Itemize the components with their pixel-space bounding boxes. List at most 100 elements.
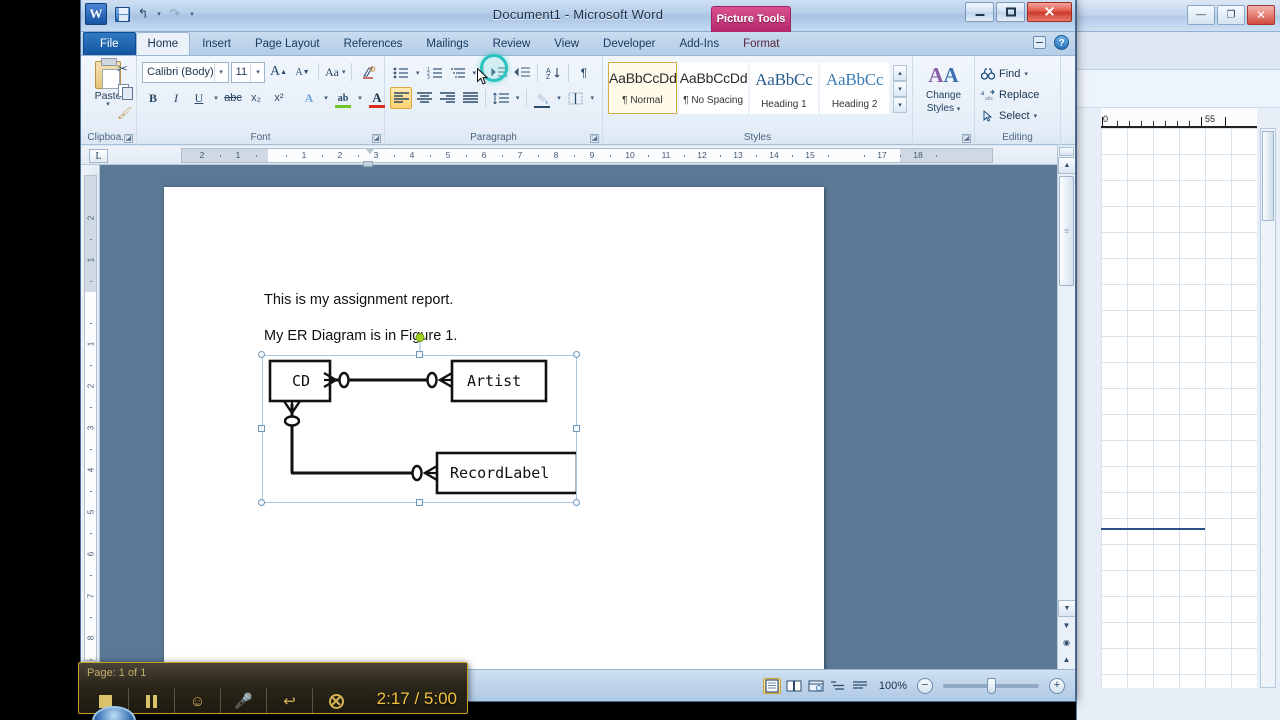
scrollbar-thumb[interactable]: [1059, 176, 1074, 286]
styles-dialog-launcher[interactable]: ◪: [962, 134, 971, 143]
text-effects-button[interactable]: A: [298, 87, 320, 109]
full-screen-reading-view-button[interactable]: [785, 678, 803, 694]
font-dialog-launcher[interactable]: ◪: [372, 134, 381, 143]
split-window-button[interactable]: [1059, 147, 1074, 156]
clipboard-dialog-launcher[interactable]: ◪: [124, 134, 133, 143]
find-caret[interactable]: ▾: [1024, 70, 1028, 78]
styles-scroll-down-button[interactable]: ▾: [893, 81, 907, 97]
borders-button[interactable]: [565, 87, 587, 109]
zoom-in-button[interactable]: +: [1049, 677, 1065, 694]
tab-add-ins[interactable]: Add-Ins: [667, 32, 731, 55]
background-minimize-button[interactable]: —: [1187, 5, 1215, 25]
tab-developer[interactable]: Developer: [591, 32, 667, 55]
outline-view-button[interactable]: [829, 678, 847, 694]
vertical-ruler[interactable]: 2 1 1 2 3 4 5 6 7 8 9: [81, 165, 100, 682]
show-formatting-marks-button[interactable]: ¶: [573, 62, 595, 84]
zoom-slider-thumb[interactable]: [987, 677, 996, 694]
background-app-scrollbar-thumb[interactable]: [1262, 131, 1274, 221]
page-scroll-region[interactable]: This is my assignment report. My ER Diag…: [101, 165, 1057, 669]
er-diagram-picture[interactable]: CD Artist RecordLabel: [258, 333, 580, 506]
undo-button[interactable]: ↩: [267, 688, 313, 713]
close-button[interactable]: ✕: [1027, 2, 1072, 22]
bullets-button[interactable]: [390, 62, 412, 84]
find-button[interactable]: Find ▾: [980, 63, 1055, 84]
webcam-button[interactable]: ☺: [175, 688, 221, 713]
shading-button[interactable]: [531, 87, 553, 109]
paragraph-dialog-launcher[interactable]: ◪: [590, 134, 599, 143]
minimize-button[interactable]: [965, 2, 994, 22]
tab-insert[interactable]: Insert: [190, 32, 243, 55]
style-normal[interactable]: AaBbCcDd ¶ Normal: [608, 62, 677, 114]
subscript-button[interactable]: x₂: [245, 87, 267, 109]
numbering-button[interactable]: 123: [424, 62, 446, 84]
line-spacing-button[interactable]: [490, 87, 512, 109]
align-center-button[interactable]: [413, 87, 435, 109]
zoom-slider[interactable]: [943, 677, 1039, 694]
style-heading-1[interactable]: AaBbCc Heading 1: [749, 62, 819, 114]
background-app-scrollbar[interactable]: [1260, 128, 1276, 688]
borders-caret[interactable]: ▾: [588, 87, 597, 109]
clear-formatting-icon[interactable]: [357, 61, 379, 83]
horizontal-ruler[interactable]: L 2 1 1 2 3 4 5 6 7 8 9 10 11 12 13 14 1…: [81, 146, 1057, 167]
scroll-down-button[interactable]: ▼: [1058, 600, 1075, 617]
highlight-color-caret[interactable]: ▾: [355, 87, 365, 109]
superscript-button[interactable]: x²: [268, 87, 290, 109]
style-heading-2[interactable]: AaBbCc Heading 2: [820, 62, 889, 114]
restore-button[interactable]: [996, 2, 1025, 22]
font-name-combo[interactable]: Calibri (Body) ▾: [142, 61, 229, 83]
select-browse-object-button[interactable]: ◉: [1059, 635, 1074, 650]
minimize-ribbon-icon[interactable]: [1033, 36, 1046, 49]
tab-page-layout[interactable]: Page Layout: [243, 32, 332, 55]
tab-mailings[interactable]: Mailings: [414, 32, 480, 55]
shading-caret[interactable]: ▾: [554, 87, 563, 109]
multilevel-list-button[interactable]: [447, 62, 469, 84]
paragraph-1[interactable]: This is my assignment report.: [264, 292, 453, 308]
text-effects-caret[interactable]: ▾: [321, 87, 331, 109]
resize-handle-bottom-left[interactable]: [258, 499, 265, 506]
italic-button[interactable]: I: [165, 87, 187, 109]
shrink-font-button[interactable]: A ▼: [291, 61, 313, 83]
background-app-canvas[interactable]: [1101, 128, 1257, 688]
select-button[interactable]: Select ▾: [980, 105, 1055, 126]
zoom-out-button[interactable]: −: [917, 677, 933, 694]
resize-handle-top-center[interactable]: [416, 351, 423, 358]
line-spacing-caret[interactable]: ▾: [513, 87, 522, 109]
select-caret[interactable]: ▾: [1034, 112, 1038, 120]
document-vertical-scrollbar[interactable]: ▲ ▼ ◉ ▲ ▼: [1057, 146, 1075, 669]
tab-file[interactable]: File: [83, 32, 136, 55]
resize-handle-top-left[interactable]: [258, 351, 265, 358]
web-layout-view-button[interactable]: [807, 678, 825, 694]
cut-button[interactable]: ✂: [117, 60, 133, 76]
cancel-button[interactable]: [313, 688, 359, 713]
tab-stop-selector[interactable]: L: [89, 149, 108, 163]
pause-button[interactable]: [129, 688, 175, 713]
style-no-spacing[interactable]: AaBbCcDd ¶ No Spacing: [678, 62, 748, 114]
document-page[interactable]: This is my assignment report. My ER Diag…: [164, 187, 824, 669]
tab-references[interactable]: References: [332, 32, 415, 55]
print-layout-view-button[interactable]: [762, 677, 781, 694]
help-icon[interactable]: ?: [1054, 35, 1069, 50]
previous-page-button[interactable]: ▲: [1059, 652, 1074, 667]
zoom-level[interactable]: 100%: [879, 680, 907, 692]
first-line-indent-marker[interactable]: [365, 148, 375, 154]
next-page-button[interactable]: ▼: [1059, 618, 1074, 633]
rotation-handle[interactable]: [415, 333, 424, 342]
strikethrough-button[interactable]: abc: [222, 87, 244, 109]
paragraph-2[interactable]: My ER Diagram is in Figure 1.: [264, 328, 457, 344]
resize-handle-bottom-center[interactable]: [416, 499, 423, 506]
background-maximize-button[interactable]: ❐: [1217, 5, 1245, 25]
underline-caret[interactable]: ▾: [211, 87, 221, 109]
bullets-caret[interactable]: ▾: [413, 62, 423, 84]
format-painter-icon[interactable]: 🖌: [117, 104, 133, 120]
styles-more-button[interactable]: ▾: [893, 97, 907, 113]
resize-handle-bottom-right[interactable]: [573, 499, 580, 506]
microphone-button[interactable]: 🎤: [221, 688, 267, 713]
change-case-button[interactable]: Aa ▾: [324, 61, 346, 83]
draft-view-button[interactable]: [851, 678, 869, 694]
background-close-button[interactable]: ✕: [1247, 5, 1275, 25]
tab-home[interactable]: Home: [135, 32, 191, 55]
tab-format[interactable]: Format: [731, 32, 791, 55]
sort-button[interactable]: AZ: [542, 62, 564, 84]
increase-indent-button[interactable]: [511, 62, 533, 84]
font-name-caret[interactable]: ▾: [213, 62, 228, 82]
